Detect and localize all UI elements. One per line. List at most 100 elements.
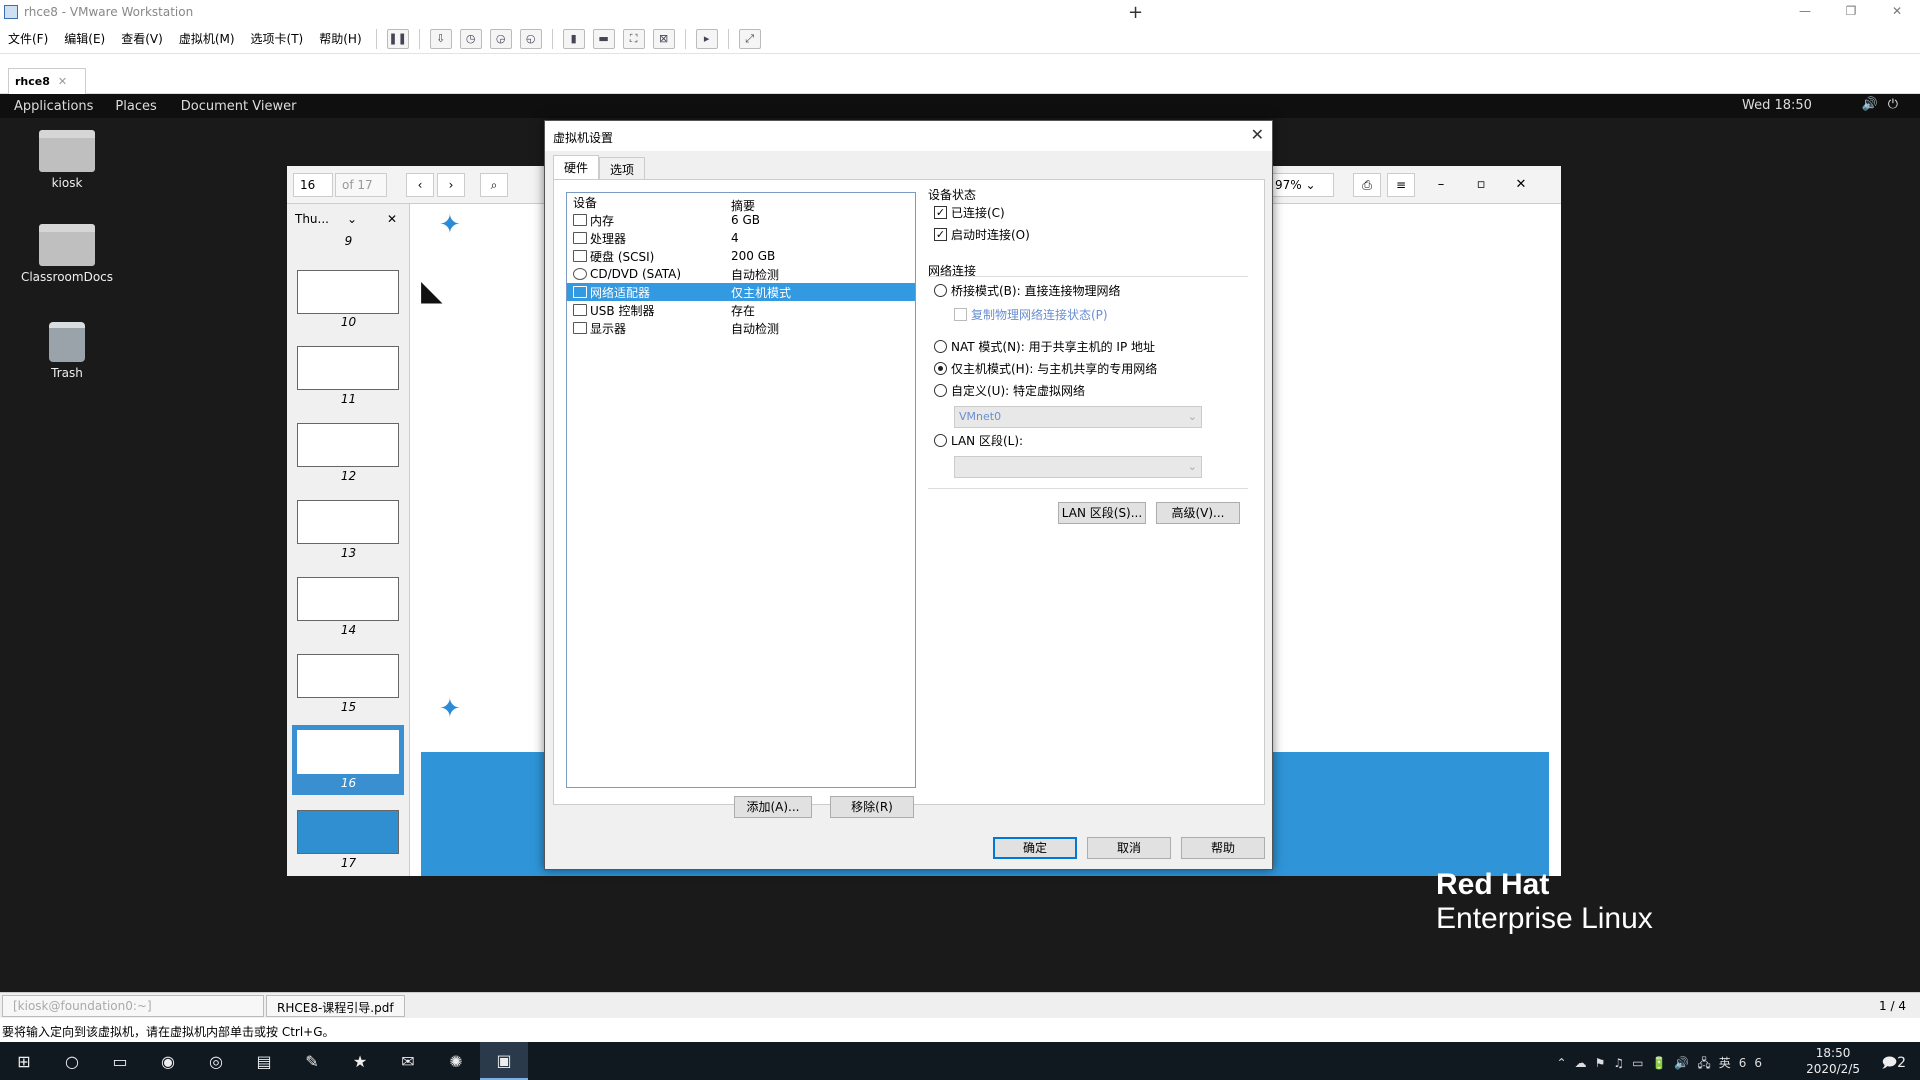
search-icon[interactable]: ⌕ (480, 173, 508, 197)
device-row-cpu[interactable]: 处理器 4 (567, 229, 915, 247)
lan-segment-radio[interactable]: LAN 区段(L): (934, 432, 1023, 449)
gnome-clock[interactable]: Wed 18:50 (1742, 98, 1812, 113)
minimize-button[interactable]: — (1782, 0, 1828, 24)
library-icon[interactable]: ▮ (562, 28, 585, 49)
device-row-usb[interactable]: USB 控制器 存在 (567, 301, 915, 319)
device-row-display[interactable]: 显示器 自动检测 (567, 319, 915, 337)
connect-at-power-on-checkbox[interactable]: ✓ 启动时连接(O) (934, 226, 1030, 243)
task-view-icon[interactable]: ▭ (96, 1042, 144, 1080)
chevron-down-icon[interactable]: ⌄ (347, 212, 357, 226)
next-page-icon[interactable]: › (437, 173, 465, 197)
task-terminal[interactable]: [kiosk@foundation0:~] (2, 994, 264, 1017)
device-row-memory[interactable]: 内存 6 GB (567, 211, 915, 229)
menu-view[interactable]: 查看(V) (113, 30, 171, 47)
menu-file[interactable]: 文件(F) (0, 30, 56, 47)
revert-snapshot-icon[interactable]: ◶ (489, 28, 512, 49)
notepad-icon[interactable]: ✎ (288, 1042, 336, 1080)
ok-button[interactable]: 确定 (993, 837, 1077, 859)
task-pdf[interactable]: RHCE8-课程引导.pdf (266, 994, 405, 1017)
close-sidebar-icon[interactable]: ✕ (387, 212, 397, 226)
page-number-input[interactable]: 16 (293, 173, 333, 197)
desktop-icon-classroomdocs[interactable]: ClassroomDocs (12, 224, 122, 284)
menu-help[interactable]: 帮助(H) (311, 30, 369, 47)
chrome-icon[interactable]: ◎ (192, 1042, 240, 1080)
device-row-network[interactable]: 网络适配器 仅主机模式 (567, 283, 915, 301)
app-menu[interactable]: Document Viewer (181, 99, 297, 114)
device-row-cdrom[interactable]: CD/DVD (SATA) 自动检测 (567, 265, 915, 283)
device-name: 处理器 (590, 231, 627, 246)
thumbnail-page[interactable] (297, 500, 399, 544)
app-swirl-icon[interactable]: ✺ (432, 1042, 480, 1080)
stretch-icon[interactable]: ⤢ (738, 28, 761, 49)
desktop-icon-kiosk[interactable]: kiosk (12, 130, 122, 190)
close-tab-icon[interactable]: ✕ (58, 75, 67, 88)
plus-icon[interactable]: + (1128, 2, 1143, 23)
dialog-close-icon[interactable]: ✕ (1251, 125, 1264, 144)
menu-vm[interactable]: 虚拟机(M) (171, 30, 243, 47)
custom-radio[interactable]: 自定义(U): 特定虚拟网络 (934, 382, 1085, 399)
device-summary: 4 (731, 231, 739, 245)
file-explorer-icon[interactable]: ▤ (240, 1042, 288, 1080)
clock-date: 2020/2/5 (1806, 1062, 1860, 1076)
connected-checkbox[interactable]: ✓ 已连接(C) (934, 204, 1005, 221)
app-star-icon[interactable]: ★ (336, 1042, 384, 1080)
pause-icon[interactable]: ❚❚ (386, 28, 409, 49)
system-menu-icons[interactable]: 🔊⏻ (1862, 97, 1908, 112)
wechat-icon[interactable]: ✉ (384, 1042, 432, 1080)
sidebar-mode-select[interactable]: Thu... (295, 212, 329, 226)
lan-segment-select[interactable]: ⌄ (954, 456, 1202, 478)
add-device-button[interactable]: 添加(A)... (734, 796, 812, 818)
desktop-icon-trash[interactable]: Trash (12, 322, 122, 380)
fullscreen-icon[interactable]: ⛶ (622, 28, 645, 49)
unity-icon[interactable]: ⊠ (652, 28, 675, 49)
ime-indicator[interactable]: 英 (1719, 1056, 1739, 1070)
console-icon[interactable]: ▸ (695, 28, 718, 49)
thumbnail-page[interactable] (297, 346, 399, 390)
windows-start-icon[interactable]: ⊞ (0, 1042, 48, 1080)
system-clock[interactable]: 18:50 2020/2/5 (1806, 1046, 1860, 1076)
device-row-disk[interactable]: 硬盘 (SCSI) 200 GB (567, 247, 915, 265)
nat-radio[interactable]: NAT 模式(N): 用于共享主机的 IP 地址 (934, 338, 1155, 355)
app-icon[interactable]: ◉ (144, 1042, 192, 1080)
cancel-button[interactable]: 取消 (1087, 837, 1171, 859)
close-icon[interactable]: ✕ (1509, 174, 1533, 196)
remove-device-button[interactable]: 移除(R) (830, 796, 914, 818)
bridged-radio[interactable]: 桥接模式(B): 直接连接物理网络 (934, 282, 1120, 299)
workspace-pager[interactable]: 1 / 4 (1879, 999, 1906, 1013)
places-menu[interactable]: Places (115, 99, 156, 114)
host-only-radio[interactable]: 仅主机模式(H): 与主机共享的专用网络 (934, 360, 1157, 377)
replicate-state-checkbox[interactable]: 复制物理网络连接状态(P) (954, 306, 1108, 323)
thumbnail-bar-icon[interactable]: ▬ (592, 28, 615, 49)
system-tray-icons[interactable]: ⌃☁⚑♫▭🔋🔊🖧英66 (1557, 1054, 1770, 1075)
tab-rhce8[interactable]: rhce8 ✕ (8, 68, 86, 94)
search-circle-icon[interactable]: ○ (48, 1042, 96, 1080)
zoom-select[interactable]: 97% ⌄ (1270, 173, 1334, 197)
custom-network-select[interactable]: VMnet0 ⌄ (954, 406, 1202, 428)
notification-icon[interactable]: 🗩2 (1882, 1052, 1906, 1076)
tab-hardware[interactable]: 硬件 (553, 155, 600, 179)
thumbnail-page[interactable] (297, 423, 399, 467)
minimize-icon[interactable]: – (1429, 174, 1453, 196)
close-window-button[interactable]: ✕ (1874, 0, 1920, 24)
tab-options[interactable]: 选项 (599, 157, 646, 179)
send-ctrl-alt-del-icon[interactable]: ⇩ (429, 28, 452, 49)
thumbnail-page[interactable] (297, 654, 399, 698)
lan-segments-button[interactable]: LAN 区段(S)... (1058, 502, 1146, 524)
thumbnail-page[interactable] (297, 810, 399, 854)
restore-button[interactable]: ❐ (1828, 0, 1874, 24)
thumbnail-page[interactable] (297, 577, 399, 621)
bookmark-icon[interactable]: ⎙ (1353, 173, 1381, 197)
snapshot-icon[interactable]: ◷ (459, 28, 482, 49)
thumbnail-page[interactable] (297, 270, 399, 314)
maximize-icon[interactable]: ▫ (1469, 174, 1493, 196)
prev-page-icon[interactable]: ‹ (406, 173, 434, 197)
vmware-taskbar-icon[interactable]: ▣ (480, 1042, 528, 1080)
menu-edit[interactable]: 编辑(E) (56, 30, 113, 47)
snapshot-manager-icon[interactable]: ◵ (519, 28, 542, 49)
menu-tabs[interactable]: 选项卡(T) (243, 30, 312, 47)
hamburger-menu-icon[interactable]: ≡ (1387, 173, 1415, 197)
advanced-button[interactable]: 高级(V)... (1156, 502, 1240, 524)
help-button[interactable]: 帮助 (1181, 837, 1265, 859)
applications-menu[interactable]: Applications (14, 99, 93, 114)
thumbnail-page-selected[interactable] (297, 730, 399, 774)
